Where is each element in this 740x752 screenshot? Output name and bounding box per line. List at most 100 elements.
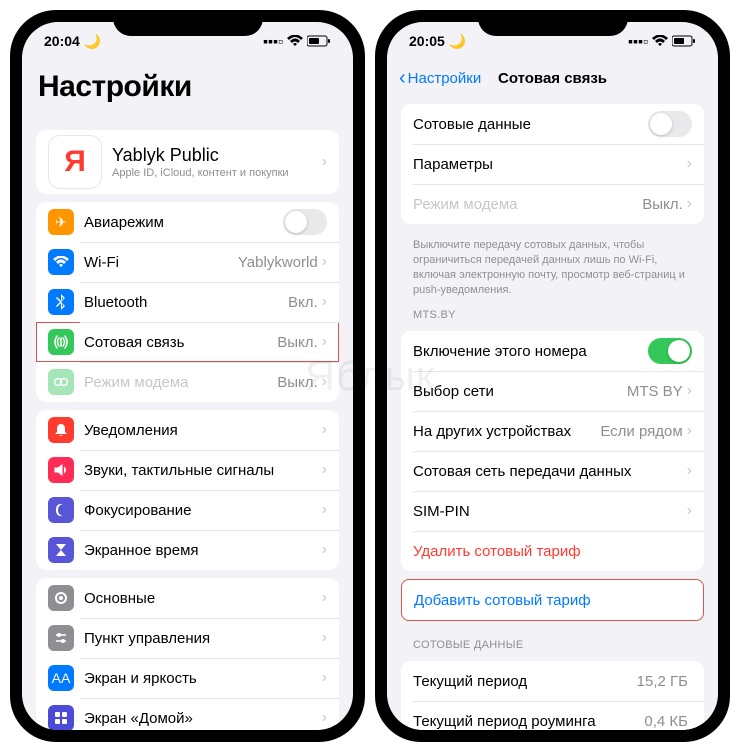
cellular-data-toggle[interactable] — [648, 111, 692, 137]
add-plan-row[interactable]: Добавить сотовый тариф — [402, 580, 703, 620]
dnd-icon: 🌙 — [84, 33, 101, 50]
bluetooth-row[interactable]: Bluetooth Вкл. › — [36, 282, 339, 322]
sounds-row[interactable]: Звуки, тактильные сигналы › — [36, 450, 339, 490]
wifi-label: Wi-Fi — [84, 254, 238, 271]
phone-right: 20:05 🌙 ▪▪▪▫ ‹ Настройки Сотовая связь — [375, 10, 730, 742]
general-label: Основные — [84, 590, 322, 607]
screen-right: 20:05 🌙 ▪▪▪▫ ‹ Настройки Сотовая связь — [387, 22, 718, 730]
chevron-icon: › — [322, 461, 327, 479]
notifications-row[interactable]: Уведомления › — [36, 410, 339, 450]
wifi-row[interactable]: Wi-Fi Yablykworld › — [36, 242, 339, 282]
sim-pin-label: SIM-PIN — [413, 503, 687, 520]
notch — [478, 10, 628, 36]
sliders-icon — [48, 625, 74, 651]
chevron-icon: › — [687, 382, 692, 400]
screentime-label: Экранное время — [84, 542, 322, 559]
sim-pin-row[interactable]: SIM-PIN › — [401, 491, 704, 531]
grid-icon — [48, 705, 74, 730]
options-row[interactable]: Параметры › — [401, 144, 704, 184]
control-center-row[interactable]: Пункт управления › — [36, 618, 339, 658]
battery-icon — [307, 35, 331, 47]
other-devices-row[interactable]: На других устройствах Если рядом › — [401, 411, 704, 451]
carrier-header: MTS.BY — [387, 299, 718, 323]
status-time: 20:05 — [409, 33, 445, 49]
account-sub: Apple ID, iCloud, контент и покупки — [112, 167, 322, 179]
signal-icon: ▪▪▪▫ — [628, 33, 648, 49]
chevron-left-icon: ‹ — [399, 67, 406, 90]
chevron-icon: › — [687, 155, 692, 173]
chevron-icon: › — [322, 589, 327, 607]
phone-left: 20:04 🌙 ▪▪▪▫ Настройки Я — [10, 10, 365, 742]
header: Настройки — [22, 60, 353, 122]
home-screen-row[interactable]: Экран «Домой» › — [36, 698, 339, 730]
hourglass-icon — [48, 537, 74, 563]
back-button[interactable]: ‹ Настройки — [399, 67, 481, 90]
chevron-icon: › — [687, 195, 692, 213]
chevron-icon: › — [322, 541, 327, 559]
general-group: Основные › Пункт управления › AA Экран и… — [36, 578, 339, 730]
footer-text: Выключите передачу сотовых данных, чтобы… — [387, 232, 718, 299]
display-label: Экран и яркость — [84, 670, 322, 687]
cellular-row[interactable]: Сотовая связь Выкл. › — [36, 322, 339, 362]
delete-plan-label: Удалить сотовый тариф — [413, 543, 692, 560]
hotspot-row[interactable]: Режим модема Выкл. › — [36, 362, 339, 402]
status-icons: ▪▪▪▫ — [263, 33, 331, 49]
status-icons: ▪▪▪▫ — [628, 33, 696, 49]
hotspot-icon — [48, 369, 74, 395]
roaming-detail: 0,4 КБ — [644, 713, 688, 730]
turn-on-label: Включение этого номера — [413, 343, 648, 360]
usage-group: Текущий период 15,2 ГБ Текущий период ро… — [401, 661, 704, 730]
general-row[interactable]: Основные › — [36, 578, 339, 618]
chevron-icon: › — [322, 333, 327, 351]
data-network-label: Сотовая сеть передачи данных — [413, 463, 687, 480]
bluetooth-detail: Вкл. — [288, 294, 318, 311]
focus-label: Фокусирование — [84, 502, 322, 519]
airplane-icon: ✈ — [48, 209, 74, 235]
connectivity-group: ✈ Авиарежим Wi-Fi Yablykworld › B — [36, 202, 339, 402]
screentime-row[interactable]: Экранное время › — [36, 530, 339, 570]
cellular-data-label: Сотовые данные — [413, 116, 648, 133]
content[interactable]: Сотовые данные Параметры › Режим модема … — [387, 96, 718, 730]
cellular-data-row[interactable]: Сотовые данные — [401, 104, 704, 144]
cellular-data-network-row[interactable]: Сотовая сеть передачи данных › — [401, 451, 704, 491]
personal-hotspot-row[interactable]: Режим модема Выкл. › — [401, 184, 704, 224]
roaming-label: Текущий период роуминга — [413, 713, 644, 730]
wifi-icon — [287, 35, 303, 47]
account-group: Я Yablyk Public Apple ID, iCloud, контен… — [36, 130, 339, 194]
current-period-row[interactable]: Текущий период 15,2 ГБ — [401, 661, 704, 701]
airplane-row[interactable]: ✈ Авиарежим — [36, 202, 339, 242]
hotspot-detail: Выкл. — [277, 374, 317, 391]
battery-icon — [672, 35, 696, 47]
wifi-detail: Yablykworld — [238, 254, 318, 271]
home-screen-label: Экран «Домой» — [84, 710, 322, 727]
roaming-period-row[interactable]: Текущий период роуминга 0,4 КБ — [401, 701, 704, 730]
cellular-detail: Выкл. — [277, 334, 317, 351]
back-label: Настройки — [408, 70, 482, 87]
bluetooth-icon — [48, 289, 74, 315]
content[interactable]: Настройки Я Yablyk Public Apple ID, iClo… — [22, 60, 353, 730]
carrier-group: Включение этого номера Выбор сети MTS BY… — [401, 331, 704, 571]
period-detail: 15,2 ГБ — [637, 673, 688, 690]
turn-on-line-row[interactable]: Включение этого номера — [401, 331, 704, 371]
bell-icon — [48, 417, 74, 443]
cellular-data-group: Сотовые данные Параметры › Режим модема … — [401, 104, 704, 224]
notifications-label: Уведомления — [84, 422, 322, 439]
display-row[interactable]: AA Экран и яркость › — [36, 658, 339, 698]
turn-on-toggle[interactable] — [648, 338, 692, 364]
screen-left: 20:04 🌙 ▪▪▪▫ Настройки Я — [22, 22, 353, 730]
period-label: Текущий период — [413, 673, 637, 690]
chevron-icon: › — [687, 422, 692, 440]
wifi-icon — [48, 249, 74, 275]
chevron-icon: › — [322, 293, 327, 311]
other-devices-label: На других устройствах — [413, 423, 600, 440]
network-detail: MTS BY — [627, 383, 683, 400]
avatar: Я — [48, 135, 102, 189]
apple-id-row[interactable]: Я Yablyk Public Apple ID, iCloud, контен… — [36, 130, 339, 194]
delete-plan-row[interactable]: Удалить сотовый тариф — [401, 531, 704, 571]
network-selection-row[interactable]: Выбор сети MTS BY › — [401, 371, 704, 411]
airplane-toggle[interactable] — [283, 209, 327, 235]
chevron-icon: › — [322, 629, 327, 647]
focus-row[interactable]: Фокусирование › — [36, 490, 339, 530]
gear-icon — [48, 585, 74, 611]
nav-bar: ‹ Настройки Сотовая связь — [387, 60, 718, 96]
